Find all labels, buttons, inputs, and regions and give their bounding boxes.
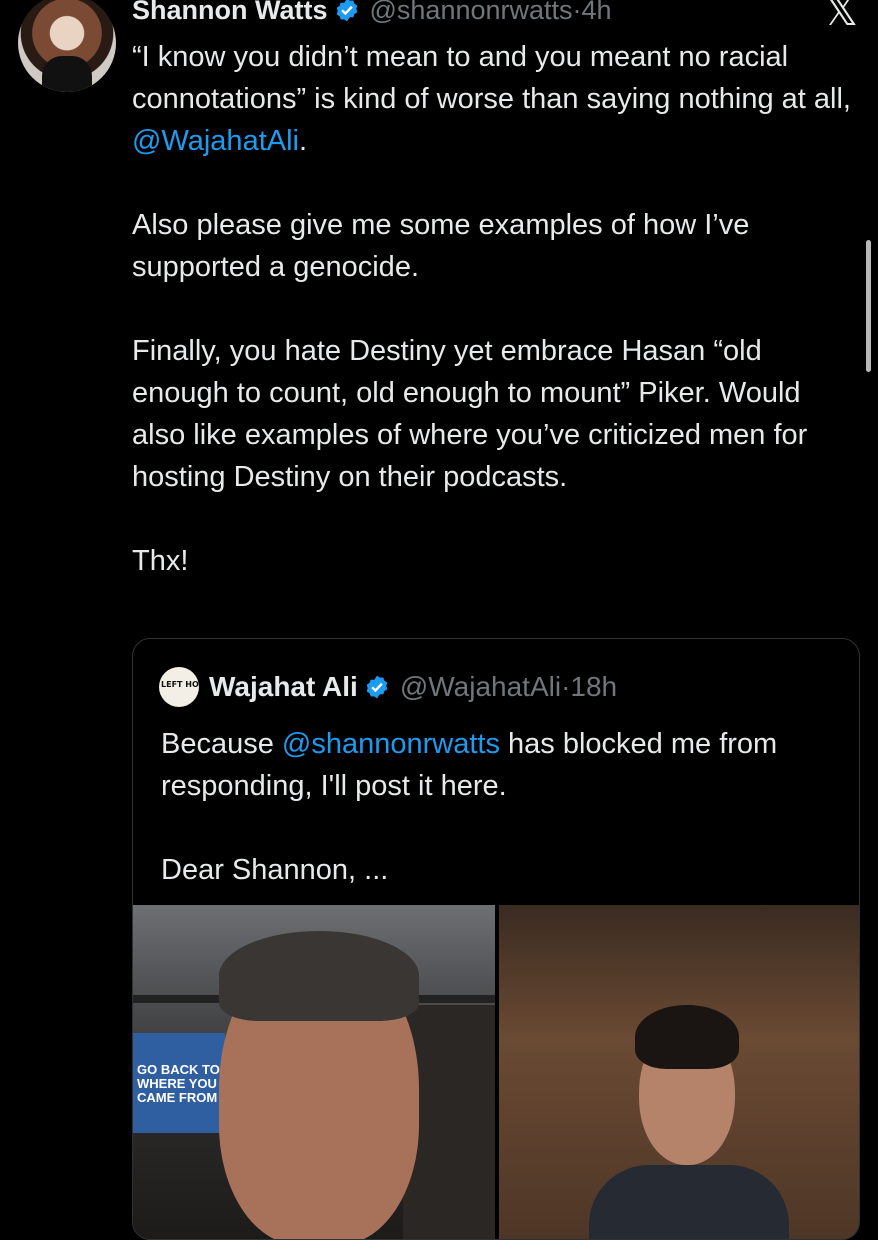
author-handle[interactable]: @shannonrwatts bbox=[370, 0, 573, 26]
author-name[interactable]: Shannon Watts bbox=[132, 0, 328, 26]
header-separator: · bbox=[561, 671, 571, 702]
header-separator: · bbox=[572, 0, 582, 25]
avatar-logo-text: LEFT HOOK bbox=[161, 680, 199, 689]
quoted-paragraph: Because @shannonrwatts has blocked me fr… bbox=[161, 723, 841, 807]
tweet-text: “I know you didn’t mean to and you meant… bbox=[132, 41, 851, 115]
person-right-shirt bbox=[589, 1165, 789, 1239]
video-panel-left: GO BACK TO WHERE YOU CAME FROM bbox=[133, 905, 495, 1239]
avatar-portrait bbox=[42, 56, 92, 92]
mention-link[interactable]: @WajahatAli bbox=[132, 125, 299, 157]
tweet-paragraph: “I know you didn’t mean to and you meant… bbox=[132, 36, 852, 162]
book-title: GO BACK TO WHERE YOU CAME FROM bbox=[137, 1062, 220, 1105]
author-avatar[interactable] bbox=[18, 0, 116, 92]
tweet-paragraph: Also please give me some examples of how… bbox=[132, 209, 750, 283]
person-right-hair bbox=[635, 1005, 739, 1069]
tweet-timestamp[interactable]: 4h bbox=[582, 0, 612, 26]
quoted-timestamp: 18h bbox=[570, 671, 618, 702]
quoted-author-handle: @WajahatAli bbox=[399, 671, 562, 702]
quoted-author-name: Wajahat Ali bbox=[209, 671, 358, 702]
tweet-text: . bbox=[298, 125, 308, 157]
verified-badge-icon bbox=[366, 675, 388, 699]
tweet-paragraph: Thx! bbox=[132, 545, 189, 577]
quoted-tweet[interactable]: LEFT HOOK Wajahat Ali @WajahatAli · 18h … bbox=[132, 638, 860, 1240]
video-panel-right bbox=[499, 905, 859, 1239]
quoted-paragraph: Dear Shannon, ... bbox=[161, 854, 389, 886]
tweet-paragraph: Finally, you hate Destiny yet embrace Ha… bbox=[132, 335, 808, 493]
quoted-media[interactable]: GO BACK TO WHERE YOU CAME FROM bbox=[133, 905, 859, 1239]
tweet-header: Shannon Watts @shannonrwatts · 4h bbox=[132, 0, 612, 30]
x-logo-icon[interactable]: 𝕏 bbox=[824, 0, 858, 35]
scrollbar[interactable] bbox=[866, 240, 871, 372]
quoted-tweet-body: Because @shannonrwatts has blocked me fr… bbox=[161, 723, 841, 933]
tweet-body: “I know you didn’t mean to and you meant… bbox=[132, 36, 852, 582]
mention-link[interactable]: @shannonrwatts bbox=[282, 728, 500, 760]
verified-badge-icon bbox=[336, 0, 357, 22]
person-left-hair bbox=[219, 931, 419, 1021]
quoted-author-avatar: LEFT HOOK bbox=[159, 667, 199, 707]
book-cover: GO BACK TO WHERE YOU CAME FROM bbox=[133, 1033, 225, 1133]
quoted-text: Because bbox=[161, 728, 282, 760]
quoted-tweet-header: LEFT HOOK Wajahat Ali @WajahatAli · 18h bbox=[159, 667, 617, 707]
